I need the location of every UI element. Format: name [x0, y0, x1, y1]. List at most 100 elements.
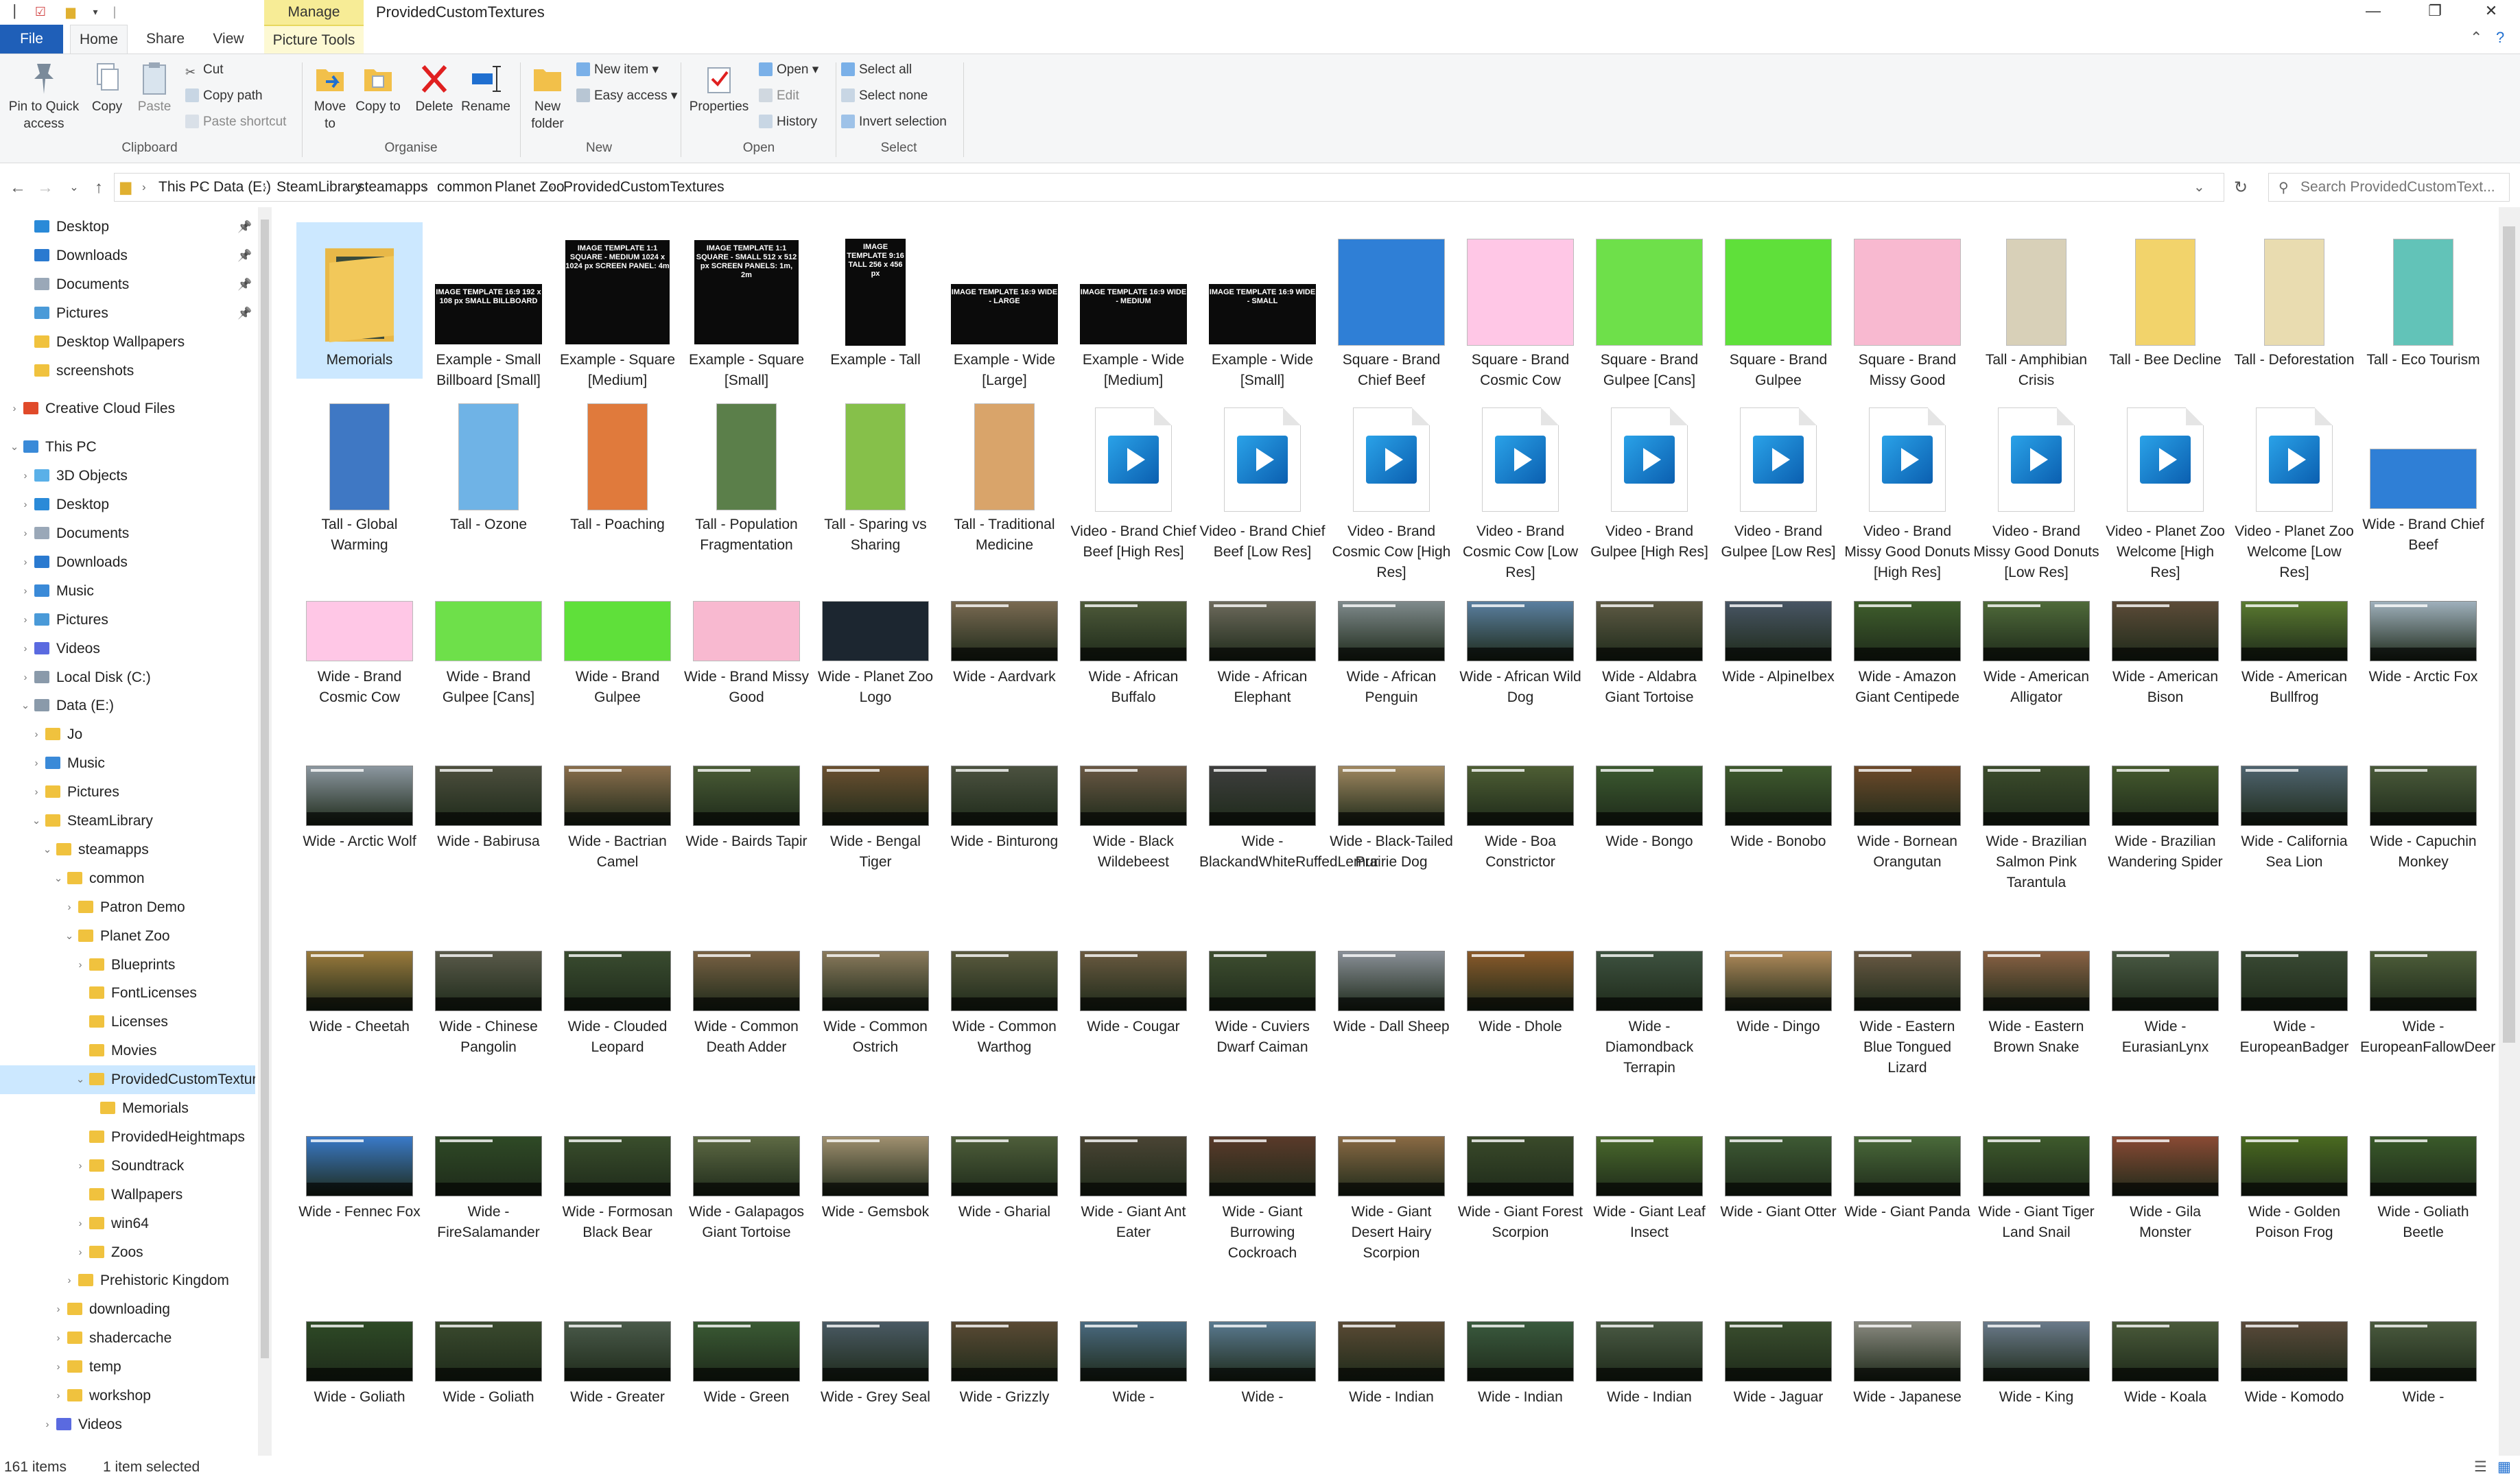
copy-to-button[interactable]: Copy to [355, 61, 401, 115]
nav-item-documents[interactable]: Documents 📌 [0, 270, 255, 299]
file-item[interactable]: Wide - Cheetah [296, 941, 423, 1078]
file-item[interactable]: Wide - King [1973, 1312, 2099, 1449]
file-item[interactable]: Wide - Goliath [296, 1312, 423, 1449]
file-item[interactable]: Wide - Goliath Beetle [2360, 1126, 2486, 1264]
file-item[interactable]: Wide - Arctic Wolf [296, 756, 423, 893]
file-item[interactable]: Wide - EuropeanFallowDeer [2360, 941, 2495, 1078]
chevron-right-icon[interactable]: › [19, 663, 32, 692]
file-item[interactable]: Wide - Indian [1328, 1312, 1455, 1449]
file-item[interactable]: IMAGE TEMPLATE 9:16 TALL 256 x 456 px Exa… [812, 222, 939, 379]
file-item[interactable]: Wide - Dhole [1457, 941, 1583, 1078]
file-item[interactable]: IMAGE TEMPLATE 16:9 192 x 108 px SMALL B… [425, 222, 552, 388]
file-item[interactable]: Wide - Clouded Leopard [554, 941, 681, 1078]
file-item[interactable]: Wide - Greater [554, 1312, 681, 1449]
file-item[interactable]: Wide - Brand Cosmic Cow [296, 591, 423, 729]
breadcrumb-chevron-icon[interactable]: › [423, 174, 427, 201]
nav-item-licenses[interactable]: Licenses [0, 1008, 255, 1037]
delete-button[interactable]: Delete [409, 61, 460, 115]
file-item[interactable]: IMAGE TEMPLATE 1:1 SQUARE - SMALL 512 x … [683, 222, 810, 388]
file-item[interactable]: Wide - FireSalamander [425, 1126, 552, 1264]
nav-item-jo[interactable]: › Jo [0, 720, 255, 749]
file-item[interactable]: Wide - Giant Leaf Insect [1586, 1126, 1712, 1264]
file-item[interactable]: Video - Brand Chief Beef [Low Res] [1199, 387, 1326, 560]
file-item[interactable]: Square - Brand Gulpee [Cans] [1586, 222, 1712, 388]
nav-item-this-pc[interactable]: ⌄ This PC [0, 433, 255, 462]
file-item[interactable]: Wide - Bengal Tiger [812, 756, 939, 893]
file-item[interactable]: Wide - Capuchin Monkey [2360, 756, 2486, 893]
file-item[interactable]: Tall - Global Warming [296, 387, 423, 553]
tab-home[interactable]: Home [70, 25, 128, 54]
nav-item-blueprints[interactable]: › Blueprints [0, 951, 255, 980]
file-item[interactable]: Wide - Brazilian Wandering Spider [2102, 756, 2228, 893]
chevron-down-icon[interactable]: ⌄ [41, 836, 54, 864]
file-item[interactable]: Wide - Jaguar [1715, 1312, 1841, 1449]
file-item[interactable]: Video - Planet Zoo Welcome [Low Res] [2231, 387, 2357, 580]
quick-access-dropdown-icon[interactable]: ▾ [88, 4, 103, 19]
breadcrumb-chevron-icon[interactable]: › [142, 174, 146, 201]
file-item[interactable]: Wide - BlackandWhiteRuffedLemur [1199, 756, 1378, 893]
file-item[interactable]: Wide - African Wild Dog [1457, 591, 1583, 729]
minimize-button[interactable]: — [2349, 0, 2397, 25]
nav-item-data-e-[interactable]: ⌄ Data (E:) [0, 691, 255, 720]
file-item[interactable]: Square - Brand Cosmic Cow [1457, 222, 1583, 388]
recent-locations-chevron-icon[interactable]: ⌄ [60, 176, 88, 200]
manage-context-tab[interactable]: Manage [264, 0, 364, 25]
chevron-down-icon[interactable]: ⌄ [30, 807, 43, 836]
chevron-right-icon[interactable]: › [74, 951, 86, 980]
easy-access-button[interactable]: Easy access ▾ [576, 87, 677, 104]
nav-item-steamlibrary[interactable]: ⌄ SteamLibrary [0, 807, 255, 836]
file-item[interactable]: Wide - Indian [1457, 1312, 1583, 1449]
chevron-right-icon[interactable]: › [52, 1295, 64, 1324]
history-button[interactable]: History [759, 113, 817, 130]
chevron-right-icon[interactable]: › [19, 462, 32, 490]
nav-item-temp[interactable]: › temp [0, 1353, 255, 1382]
chevron-right-icon[interactable]: › [19, 577, 32, 606]
content-scrollbar-thumb[interactable] [2503, 226, 2515, 1043]
file-item[interactable]: Wide - Green [683, 1312, 810, 1449]
nav-item-providedheightmaps[interactable]: ProvidedHeightmaps [0, 1123, 255, 1152]
nav-item-memorials[interactable]: Memorials [0, 1094, 255, 1123]
file-item[interactable]: Wide - Giant Ant Eater [1070, 1126, 1197, 1264]
file-item[interactable]: Wide - [1070, 1312, 1197, 1449]
file-item[interactable]: Wide - Fennec Fox [296, 1126, 423, 1264]
nav-item-prehistoric-kingdom[interactable]: › Prehistoric Kingdom [0, 1266, 255, 1295]
nav-item-pictures[interactable]: Pictures 📌 [0, 299, 255, 328]
new-item-button[interactable]: New item ▾ [576, 61, 659, 78]
breadcrumb-chevron-icon[interactable]: › [550, 174, 554, 201]
file-item[interactable]: Video - Planet Zoo Welcome [High Res] [2102, 387, 2228, 580]
file-item[interactable]: Wide - Gila Monster [2102, 1126, 2228, 1264]
chevron-down-icon[interactable]: ⌄ [52, 864, 64, 893]
file-item[interactable]: Wide - Giant Burrowing Cockroach [1199, 1126, 1326, 1264]
paste-button[interactable]: Paste [132, 61, 177, 115]
nav-item-movies[interactable]: Movies [0, 1037, 255, 1065]
nav-item-desktop[interactable]: Desktop 📌 [0, 213, 255, 241]
file-item[interactable]: Tall - Sparing vs Sharing [812, 387, 939, 553]
file-item[interactable]: IMAGE TEMPLATE 16:9 WIDE - SMALL Example … [1199, 222, 1326, 388]
address-bar[interactable]: ▆ › This PC › Data (E:) › SteamLibrary › steam… [114, 173, 2224, 202]
file-item[interactable]: Wide - Common Ostrich [812, 941, 939, 1078]
chevron-right-icon[interactable]: › [30, 778, 43, 807]
nav-item-desktop[interactable]: › Desktop [0, 490, 255, 519]
file-item[interactable]: Wide - Gharial [941, 1126, 1068, 1264]
chevron-down-icon[interactable]: ⌄ [74, 1065, 86, 1094]
chevron-right-icon[interactable]: › [41, 1410, 54, 1439]
file-item[interactable]: Wide - Bonobo [1715, 756, 1841, 893]
file-item[interactable]: Wide - Brand Missy Good [683, 591, 810, 729]
file-item[interactable]: Wide - Bornean Orangutan [1844, 756, 1970, 893]
file-item[interactable]: Wide - AlpineIbex [1715, 591, 1841, 729]
tab-view[interactable]: View [199, 25, 258, 54]
nav-item-fontlicenses[interactable]: FontLicenses [0, 979, 255, 1008]
file-item[interactable]: Wide - Grizzly [941, 1312, 1068, 1449]
file-item[interactable]: Square - Brand Gulpee [1715, 222, 1841, 388]
file-item[interactable]: Video - Brand Missy Good Donuts [High Re… [1844, 387, 1970, 580]
nav-item-local-disk-c-[interactable]: › Local Disk (C:) [0, 663, 255, 692]
details-view-icon[interactable]: ☰ [2474, 1456, 2487, 1479]
breadcrumb-item[interactable]: steamapps [357, 174, 428, 201]
nav-item-downloads[interactable]: Downloads 📌 [0, 241, 255, 270]
file-item[interactable]: Wide - African Buffalo [1070, 591, 1197, 729]
chevron-right-icon[interactable]: › [19, 635, 32, 663]
file-item[interactable]: Wide - Goliath [425, 1312, 552, 1449]
chevron-right-icon[interactable]: › [19, 490, 32, 519]
nav-item-music[interactable]: › Music [0, 577, 255, 606]
large-icons-view-icon[interactable]: ▦ [2497, 1456, 2511, 1479]
